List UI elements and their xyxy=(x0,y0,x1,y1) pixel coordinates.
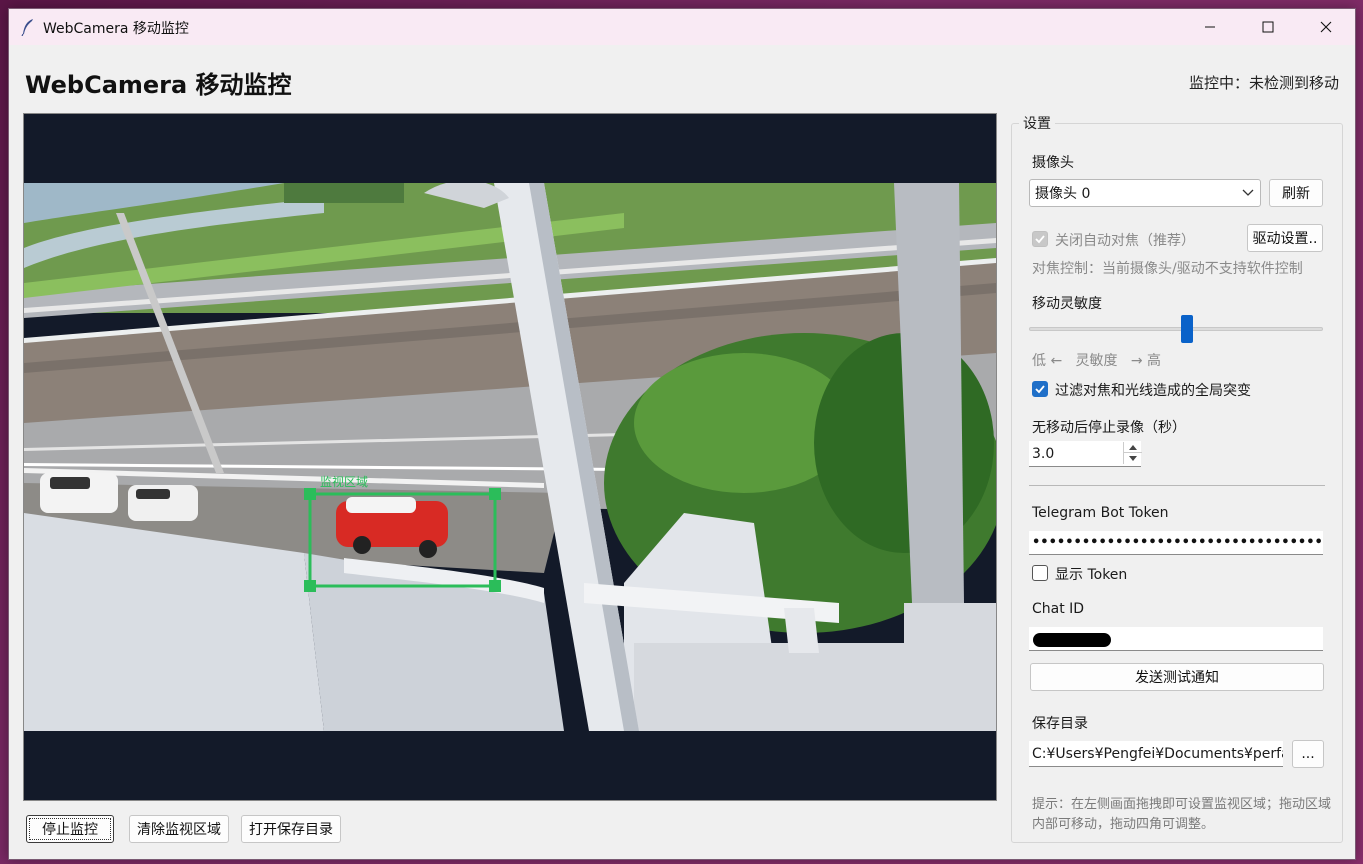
settings-separator xyxy=(1029,485,1325,486)
telegram-token-input[interactable]: ••••••••••••••••••••••••••••••••••••••••… xyxy=(1029,531,1323,555)
telegram-token-label: Telegram Bot Token xyxy=(1032,505,1169,521)
telegram-token-value: ••••••••••••••••••••••••••••••••••••••••… xyxy=(1032,535,1323,550)
app-window: WebCamera 移动监控 WebCamera 移动监控 监控中：未检测到移动 xyxy=(8,8,1356,860)
save-dir-value: C:¥Users¥Pengfei¥Documents¥perfact xyxy=(1032,745,1283,762)
stop-delay-label: 无移动后停止录像（秒） xyxy=(1032,420,1186,436)
show-token-label: 显示 Token xyxy=(1055,567,1128,583)
sensitivity-label: 移动灵敏度 xyxy=(1032,296,1102,312)
title-bar: WebCamera 移动监控 xyxy=(9,9,1355,45)
camera-select[interactable]: 摄像头 0 xyxy=(1029,179,1261,207)
close-icon xyxy=(1320,21,1332,33)
monitor-status: 监控中：未检测到移动 xyxy=(1188,74,1339,92)
chat-id-label: Chat ID xyxy=(1032,601,1085,617)
sensitivity-slider-thumb[interactable] xyxy=(1181,315,1194,343)
page-title: WebCamera 移动监控 xyxy=(25,71,292,99)
sensitivity-scale-label: 低 ← 灵敏度 → 高 xyxy=(1032,353,1162,369)
save-dir-label: 保存目录 xyxy=(1032,716,1088,732)
chevron-down-icon xyxy=(1242,189,1254,196)
settings-legend: 设置 xyxy=(1019,113,1055,133)
focus-control-note: 对焦控制：当前摄像头/驱动不支持软件控制 xyxy=(1032,261,1303,277)
autofocus-label: 关闭自动对焦（推荐） xyxy=(1055,233,1195,249)
filter-label: 过滤对焦和光线造成的全局突变 xyxy=(1055,383,1251,399)
checkmark-icon xyxy=(1035,235,1045,244)
caret-up-icon xyxy=(1129,444,1137,450)
camera-selected-value: 摄像头 0 xyxy=(1035,186,1091,202)
autofocus-checkbox[interactable] xyxy=(1032,231,1048,247)
caret-down-icon xyxy=(1129,456,1137,461)
usage-hint: 提示：在左侧画面拖拽即可设置监视区域；拖动区域内部可移动，拖动四角可调整。 xyxy=(1032,797,1332,832)
minimize-icon xyxy=(1205,26,1215,28)
feather-icon xyxy=(21,19,33,36)
show-token-checkbox[interactable] xyxy=(1032,565,1048,581)
close-button[interactable] xyxy=(1297,9,1355,45)
spin-buttons xyxy=(1123,442,1142,464)
stop-monitor-button[interactable]: 停止监控 xyxy=(26,815,114,843)
camera-frame-image[interactable]: 监视区域 xyxy=(24,183,996,731)
filter-checkbox[interactable] xyxy=(1032,381,1048,397)
chat-id-input[interactable] xyxy=(1029,627,1323,651)
camera-label: 摄像头 xyxy=(1032,155,1074,171)
stop-delay-value: 3.0 xyxy=(1032,445,1055,462)
maximize-button[interactable] xyxy=(1239,9,1297,45)
open-save-dir-button[interactable]: 打开保存目录 xyxy=(241,815,341,843)
browse-button[interactable]: ... xyxy=(1292,740,1324,768)
roi-label: 监视区域 xyxy=(320,474,368,489)
redacted-chat-id xyxy=(1033,633,1111,647)
save-dir-input[interactable]: C:¥Users¥Pengfei¥Documents¥perfact xyxy=(1029,741,1283,767)
spin-down-button[interactable] xyxy=(1124,453,1142,464)
maximize-icon xyxy=(1262,21,1274,33)
sensitivity-slider-track[interactable] xyxy=(1029,327,1323,331)
stop-delay-spinbox[interactable]: 3.0 xyxy=(1029,441,1142,467)
send-test-button[interactable]: 发送测试通知 xyxy=(1030,663,1324,691)
refresh-button[interactable]: 刷新 xyxy=(1269,179,1323,207)
minimize-button[interactable] xyxy=(1181,9,1239,45)
driver-settings-button[interactable]: 驱动设置.. xyxy=(1247,224,1323,252)
camera-preview[interactable]: 监视区域 xyxy=(23,113,997,801)
checkmark-icon xyxy=(1035,385,1045,394)
clear-roi-button[interactable]: 清除监视区域 xyxy=(129,815,229,843)
spin-up-button[interactable] xyxy=(1124,442,1142,453)
window-title: WebCamera 移动监控 xyxy=(43,21,189,37)
